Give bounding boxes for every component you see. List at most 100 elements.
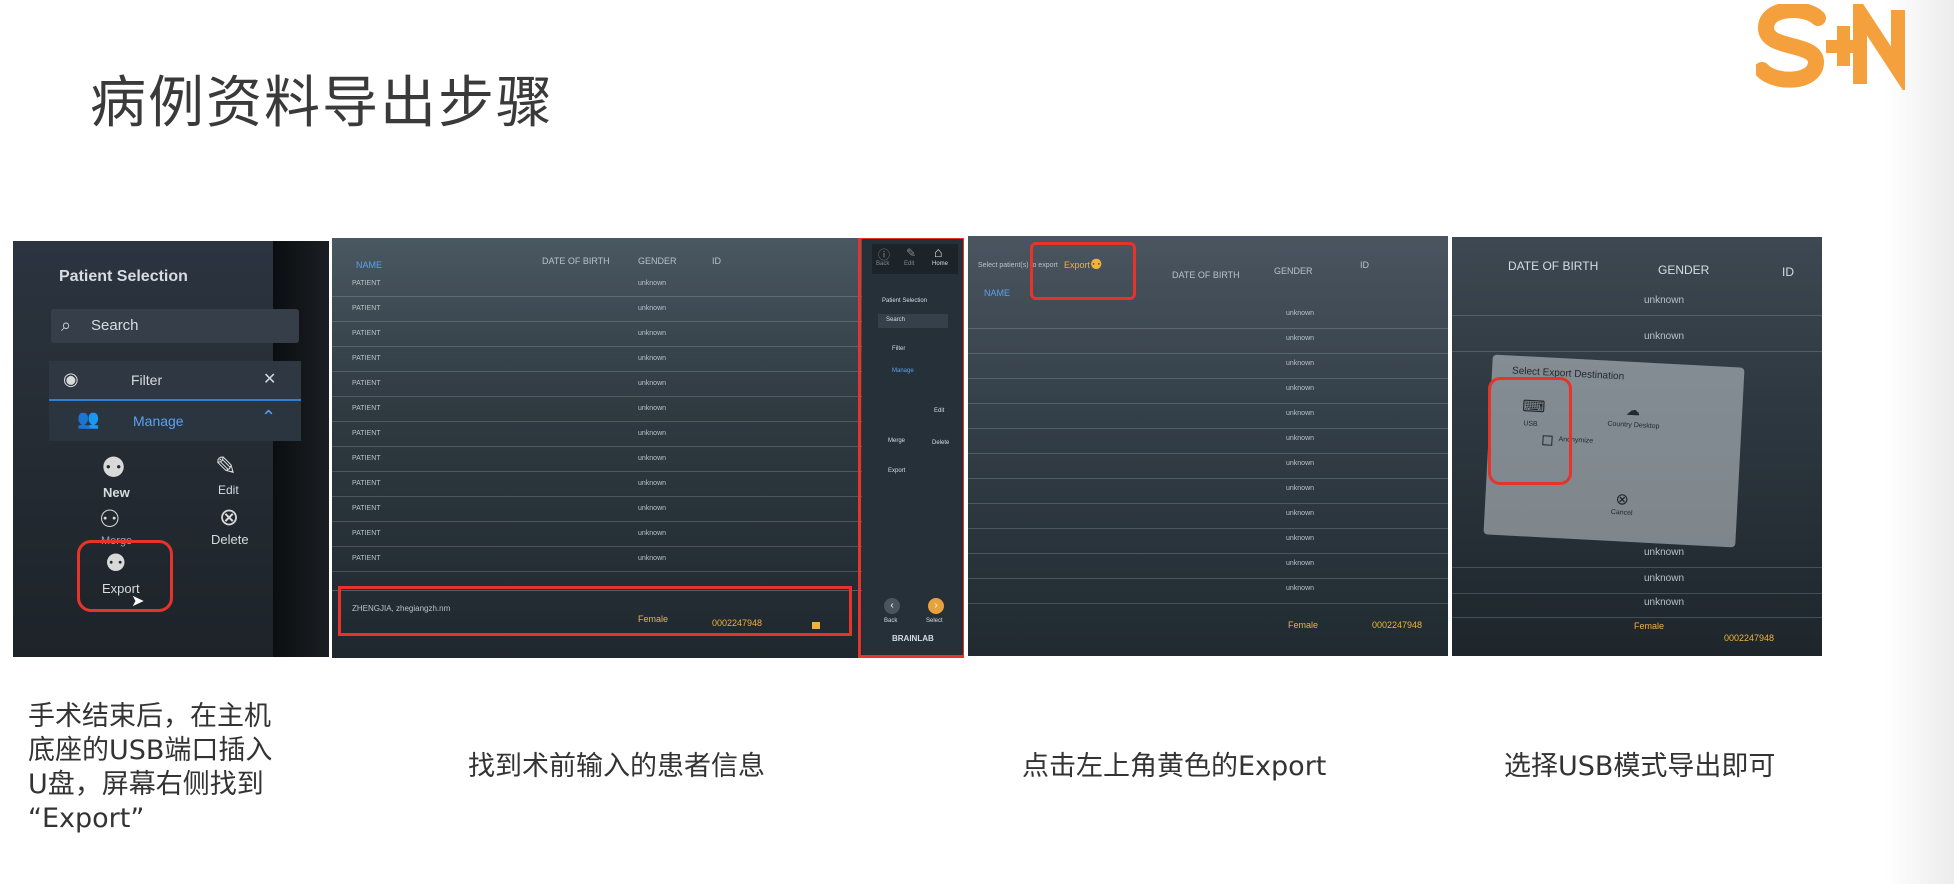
screenshot-step-4: DATE OF BIRTH GENDER ID unknown unknown un… [1452, 237, 1822, 656]
gender-cell: unknown [638, 305, 667, 312]
patient-name-cell: PATIENT [352, 355, 381, 362]
screenshot-step-1: Patient Selection ⌕ Search ◉ Filter ✕ 👥 … [13, 241, 329, 657]
table-row[interactable]: PATIENT unknown [332, 553, 862, 571]
patient-name-cell: PATIENT [352, 305, 381, 312]
highlight-export-button [1030, 242, 1136, 300]
cancel-label: Cancel [1610, 508, 1633, 518]
country-desktop-option[interactable]: ☁ Country Desktop [1607, 401, 1689, 445]
selected-id: 0002247948 [1372, 620, 1423, 630]
row-divider [332, 421, 862, 422]
users-icon: 👥 [77, 409, 100, 429]
gender-cell: unknown [1286, 460, 1315, 467]
table-row[interactable]: PATIENT unknown [332, 278, 862, 296]
gender-cell: unknown [638, 355, 667, 362]
row-divider [332, 321, 862, 322]
table-row[interactable]: PATIENT unknown [332, 428, 862, 446]
gender-cell: unknown [638, 380, 667, 387]
delete-icon: ⊗ [219, 504, 240, 531]
col-id: ID [1782, 265, 1794, 279]
search-icon: ⌕ [61, 315, 72, 335]
row-divider [332, 371, 862, 372]
gender-cell: unknown [1286, 560, 1315, 567]
col-dob: DATE OF BIRTH [542, 256, 610, 266]
row-divider [968, 378, 1448, 379]
row-divider [968, 528, 1448, 529]
table-row[interactable]: PATIENT unknown [332, 453, 862, 471]
table-row[interactable]: PATIENT unknown [332, 378, 862, 396]
patient-name-cell: PATIENT [352, 480, 381, 487]
row-divider [332, 471, 862, 472]
table-row[interactable]: PATIENT unknown [332, 478, 862, 496]
gender-cell: unknown [1286, 485, 1315, 492]
edit-patient-button[interactable]: ✎ [211, 451, 247, 487]
manage-row[interactable]: 👥 Manage ⌃ [49, 401, 301, 441]
caption-step-3: 点击左上角黄色的Export [1022, 751, 1327, 782]
table-row[interactable]: PATIENT unknown [332, 503, 862, 521]
row-divider [1452, 315, 1822, 316]
row-divider [968, 403, 1448, 404]
col-gender: GENDER [1658, 263, 1710, 277]
merge-patient-button[interactable]: ⚇ [99, 505, 139, 535]
gender-cell: unknown [1644, 597, 1685, 608]
edit-icon: ✎ [215, 451, 237, 481]
row-divider [332, 546, 862, 547]
row-divider [332, 346, 862, 347]
caption-step-2: 找到术前输入的患者信息 [468, 751, 765, 782]
table-row[interactable]: PATIENT unknown [332, 528, 862, 546]
patient-name-cell: PATIENT [352, 555, 381, 562]
highlight-selected-patient [338, 586, 852, 636]
row-divider [968, 578, 1448, 579]
col-gender: GENDER [638, 256, 677, 266]
cancel-button[interactable]: ⊗ Cancel [1606, 489, 1648, 531]
search-placeholder: Search [91, 317, 139, 334]
chevron-up-icon: ⌃ [261, 407, 277, 427]
patient-name-cell: PATIENT [352, 455, 381, 462]
patient-name-cell: PATIENT [352, 330, 381, 337]
caption-step-1: 手术结束后，在主机 底座的USB端口插入 U盘，屏幕右侧找到 “Export” [28, 701, 273, 834]
col-name: NAME [356, 260, 383, 270]
gender-cell: unknown [638, 405, 667, 412]
filter-icon: ◉ [63, 369, 79, 389]
patient-name-cell: PATIENT [352, 430, 381, 437]
gender-cell: unknown [638, 455, 667, 462]
cloud-icon: ☁ [1625, 401, 1641, 419]
table-row[interactable]: PATIENT unknown [332, 328, 862, 346]
slide-title: 病例资料导出步骤 [90, 71, 554, 136]
new-patient-button[interactable]: ⚉ [97, 451, 133, 487]
search-input[interactable]: ⌕ Search [51, 309, 299, 343]
col-dob: DATE OF BIRTH [1508, 259, 1599, 273]
table-row[interactable]: PATIENT unknown [332, 303, 862, 321]
cancel-icon: ⊗ [1615, 491, 1630, 509]
gender-cell: unknown [1286, 410, 1315, 417]
row-divider [332, 521, 862, 522]
gender-cell: unknown [1644, 573, 1685, 584]
patient-selection-heading: Patient Selection [59, 268, 188, 285]
screenshot-step-2: NAME DATE OF BIRTH GENDER ID PATIENT unkn… [332, 238, 964, 658]
edit-label: Edit [218, 483, 239, 497]
gender-cell: unknown [638, 530, 667, 537]
add-user-icon: ⚉ [101, 452, 127, 483]
row-divider [968, 328, 1448, 329]
patient-name-cell: PATIENT [352, 530, 381, 537]
row-divider [1452, 351, 1822, 352]
new-label: New [103, 485, 130, 500]
filter-row[interactable]: ◉ Filter ✕ [49, 361, 301, 399]
gender-cell: unknown [1286, 360, 1315, 367]
patient-name-cell: PATIENT [352, 405, 381, 412]
col-id: ID [1360, 260, 1369, 270]
gender-cell: unknown [1644, 331, 1685, 342]
row-divider [968, 353, 1448, 354]
patient-table: NAME DATE OF BIRTH GENDER ID PATIENT unkn… [332, 238, 862, 658]
gender-cell: unknown [1644, 547, 1685, 558]
row-divider [968, 478, 1448, 479]
row-divider [968, 453, 1448, 454]
table-row[interactable]: PATIENT unknown [332, 353, 862, 371]
merge-icon: ⚇ [99, 506, 121, 533]
gender-cell: unknown [1286, 385, 1315, 392]
row-divider [1452, 617, 1822, 618]
table-row[interactable]: PATIENT unknown [332, 403, 862, 421]
gender-cell: unknown [1286, 335, 1315, 342]
highlight-sidebar [858, 238, 964, 658]
gender-cell: unknown [638, 330, 667, 337]
row-divider [332, 571, 862, 572]
